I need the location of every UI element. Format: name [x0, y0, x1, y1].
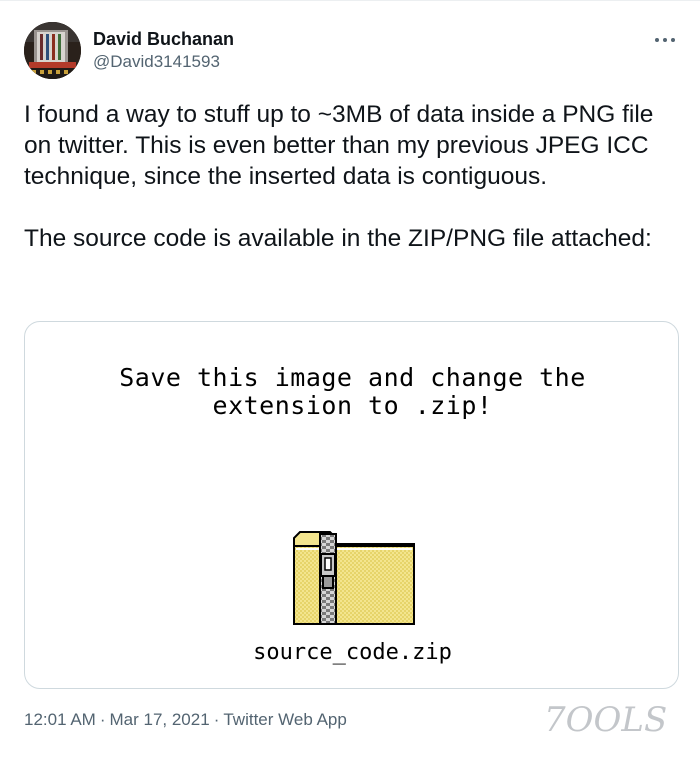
tweet-source[interactable]: Twitter Web App — [223, 710, 346, 729]
tweet-text: I found a way to stuff up to ~3MB of dat… — [24, 99, 684, 254]
meta-separator: · — [213, 710, 220, 729]
zip-filename: source_code.zip — [253, 640, 452, 665]
tweet-meta: 12:01 AM · Mar 17, 2021 · Twitter Web App — [24, 709, 347, 731]
media-image[interactable]: Save this image and change the extension… — [24, 321, 679, 689]
meta-separator: · — [99, 710, 106, 729]
media-headline: Save this image and change the extension… — [25, 363, 678, 420]
tweet-date[interactable]: Mar 17, 2021 — [110, 710, 210, 729]
author-name[interactable]: David Buchanan — [93, 28, 234, 50]
tweet-card: David Buchanan @David3141593 I found a w… — [0, 0, 700, 758]
media-headline-line: Save this image and change the — [119, 363, 586, 392]
watermark-text: 7OOLS — [544, 700, 668, 740]
more-options-button[interactable] — [652, 30, 678, 50]
author-handle[interactable]: @David3141593 — [93, 51, 220, 73]
avatar-image — [24, 22, 81, 79]
tweet-paragraph: I found a way to stuff up to ~3MB of dat… — [24, 101, 654, 190]
watermark-logo: 7OOLS — [544, 695, 694, 745]
tweet-time[interactable]: 12:01 AM — [24, 710, 96, 729]
tweet-paragraph: The source code is available in the ZIP/… — [24, 225, 652, 252]
more-dots-icon — [655, 38, 675, 42]
avatar[interactable] — [24, 22, 81, 79]
media-headline-line: extension to .zip! — [212, 391, 493, 420]
zip-folder-icon — [293, 531, 415, 625]
top-divider — [0, 0, 700, 1]
